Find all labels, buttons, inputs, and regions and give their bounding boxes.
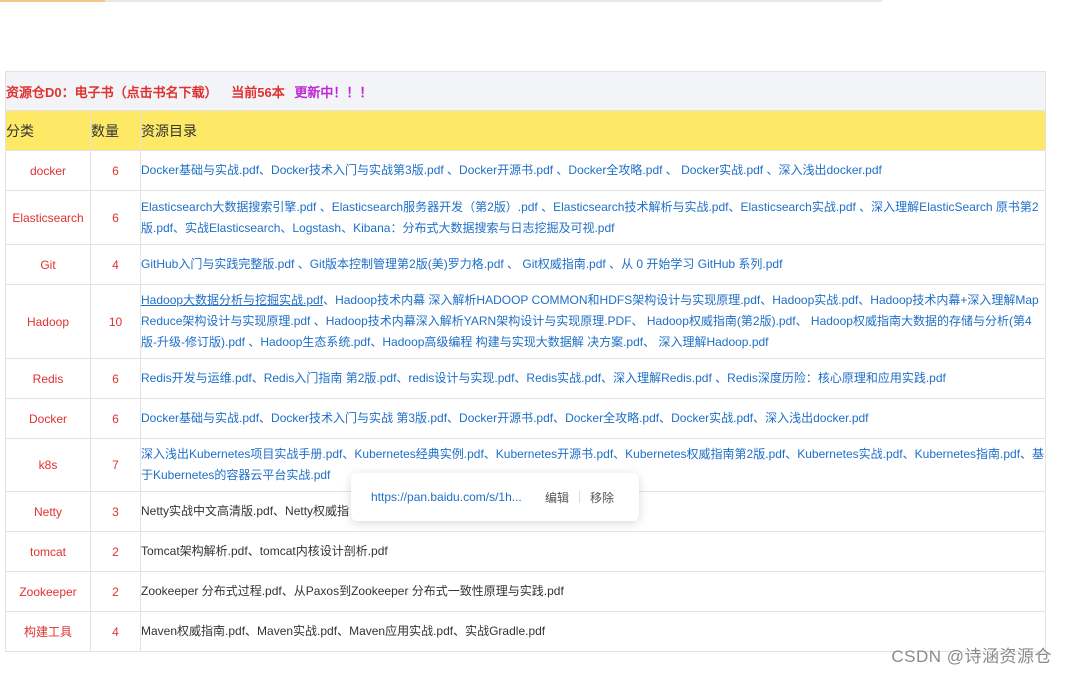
row-count: 6	[90, 358, 141, 399]
row-category: Zookeeper	[5, 571, 91, 612]
row-category: Git	[5, 244, 91, 285]
row-category: k8s	[5, 438, 91, 492]
table-title: 资源仓D0：电子书（点击书名下载） 当前56本 更新中！！！	[5, 71, 1046, 111]
top-divider-accent	[0, 0, 105, 2]
remove-link-button[interactable]: 移除	[590, 489, 614, 506]
row-category: Hadoop	[5, 284, 91, 359]
row-items-text: Tomcat架构解析.pdf、tomcat内核设计剖析.pdf	[140, 531, 1046, 572]
table-row: docker 6 Docker基础与实战.pdf、Docker技术入门与实战第3…	[5, 150, 1046, 191]
row-category: docker	[5, 150, 91, 191]
row-count: 6	[90, 190, 141, 245]
table-row: Git 4 GitHub入门与实践完整版.pdf 、Git版本控制管理第2版(美…	[5, 244, 1046, 285]
table-row: Elasticsearch 6 Elasticsearch大数据搜索引擎.pdf…	[5, 190, 1046, 245]
table-title-row: 资源仓D0：电子书（点击书名下载） 当前56本 更新中！！！	[5, 71, 1046, 111]
popover-url-link[interactable]: https://pan.baidu.com/s/1h...	[371, 490, 531, 504]
row-category: Redis	[5, 358, 91, 399]
row-count: 6	[90, 398, 141, 439]
row-items-text: Zookeeper 分布式过程.pdf、从Paxos到Zookeeper 分布式…	[140, 571, 1046, 612]
edit-link-button[interactable]: 编辑	[545, 489, 569, 506]
table-row: tomcat 2 Tomcat架构解析.pdf、tomcat内核设计剖析.pdf	[5, 531, 1046, 572]
row-category: tomcat	[5, 531, 91, 572]
table-row: Redis 6 Redis开发与运维.pdf、Redis入门指南 第2版.pdf…	[5, 358, 1046, 399]
row-category: Elasticsearch	[5, 190, 91, 245]
row-items-link[interactable]: GitHub入门与实践完整版.pdf 、Git版本控制管理第2版(美)罗力格.p…	[140, 244, 1046, 285]
table-row: Zookeeper 2 Zookeeper 分布式过程.pdf、从Paxos到Z…	[5, 571, 1046, 612]
link-popover: https://pan.baidu.com/s/1h... 编辑 移除	[351, 473, 639, 521]
row-count: 2	[90, 571, 141, 612]
row-count: 7	[90, 438, 141, 492]
row-count: 4	[90, 244, 141, 285]
csdn-watermark: CSDN @诗涵资源仓	[891, 647, 1052, 666]
row-count: 2	[90, 531, 141, 572]
row-count: 10	[90, 284, 141, 359]
row-items-link[interactable]: Docker基础与实战.pdf、Docker技术入门与实战第3版.pdf 、Do…	[140, 150, 1046, 191]
table-row: Docker 6 Docker基础与实战.pdf、Docker技术入门与实战 第…	[5, 398, 1046, 439]
top-divider	[0, 0, 882, 2]
header-directory: 资源目录	[140, 110, 1046, 151]
row-count: 6	[90, 150, 141, 191]
hadoop-first-link[interactable]: Hadoop大数据分析与挖掘实战.pdf	[141, 293, 323, 307]
row-category: Netty	[5, 491, 91, 532]
popover-divider	[579, 491, 581, 503]
header-category: 分类	[5, 110, 91, 151]
row-items-link[interactable]: Docker基础与实战.pdf、Docker技术入门与实战 第3版.pdf、Do…	[140, 398, 1046, 439]
resource-table: 资源仓D0：电子书（点击书名下载） 当前56本 更新中！！！ 分类 数量 资源目…	[5, 71, 1046, 652]
header-row: 分类 数量 资源目录	[5, 110, 1046, 151]
row-items-link[interactable]: Elasticsearch大数据搜索引擎.pdf 、Elasticsearch服…	[140, 190, 1046, 245]
table-row: 构建工具 4 Maven权威指南.pdf、Maven实战.pdf、Maven应用…	[5, 611, 1046, 652]
row-category: Docker	[5, 398, 91, 439]
header-count: 数量	[90, 110, 141, 151]
row-items-link[interactable]: Redis开发与运维.pdf、Redis入门指南 第2版.pdf、redis设计…	[140, 358, 1046, 399]
row-count: 4	[90, 611, 141, 652]
title-text: 资源仓D0：电子书（点击书名下载）	[6, 84, 218, 100]
row-items-links: Hadoop大数据分析与挖掘实战.pdf、Hadoop技术内幕 深入解析HADO…	[140, 284, 1046, 359]
count-text: 当前56本	[231, 84, 285, 100]
table-row: Hadoop 10 Hadoop大数据分析与挖掘实战.pdf、Hadoop技术内…	[5, 284, 1046, 359]
update-text: 更新中！！！	[294, 84, 373, 100]
row-category: 构建工具	[5, 611, 91, 652]
row-count: 3	[90, 491, 141, 532]
